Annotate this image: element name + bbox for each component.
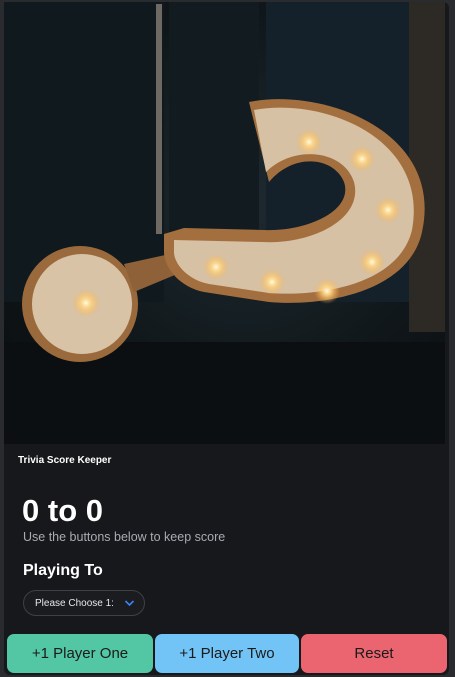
playing-to-label: Playing To [23, 562, 103, 579]
score-hint: Use the buttons below to keep score [23, 530, 226, 544]
playing-to-select[interactable]: Please Choose 1: [23, 590, 145, 616]
player-two-score: 0 [85, 493, 104, 528]
question-mark-marquee-image [4, 2, 445, 444]
score-separator: to [47, 493, 78, 528]
add-player-one-button[interactable]: +1 Player One [7, 634, 153, 673]
app-title: Trivia Score Keeper [18, 455, 112, 466]
score-display: 0 to 0 [22, 493, 103, 529]
playing-to-selected-value: Please Choose 1: [35, 597, 114, 609]
player-one-score: 0 [22, 493, 40, 528]
reset-button[interactable]: Reset [301, 634, 447, 673]
add-player-two-button[interactable]: +1 Player Two [155, 634, 299, 673]
chevron-down-icon [124, 600, 135, 607]
